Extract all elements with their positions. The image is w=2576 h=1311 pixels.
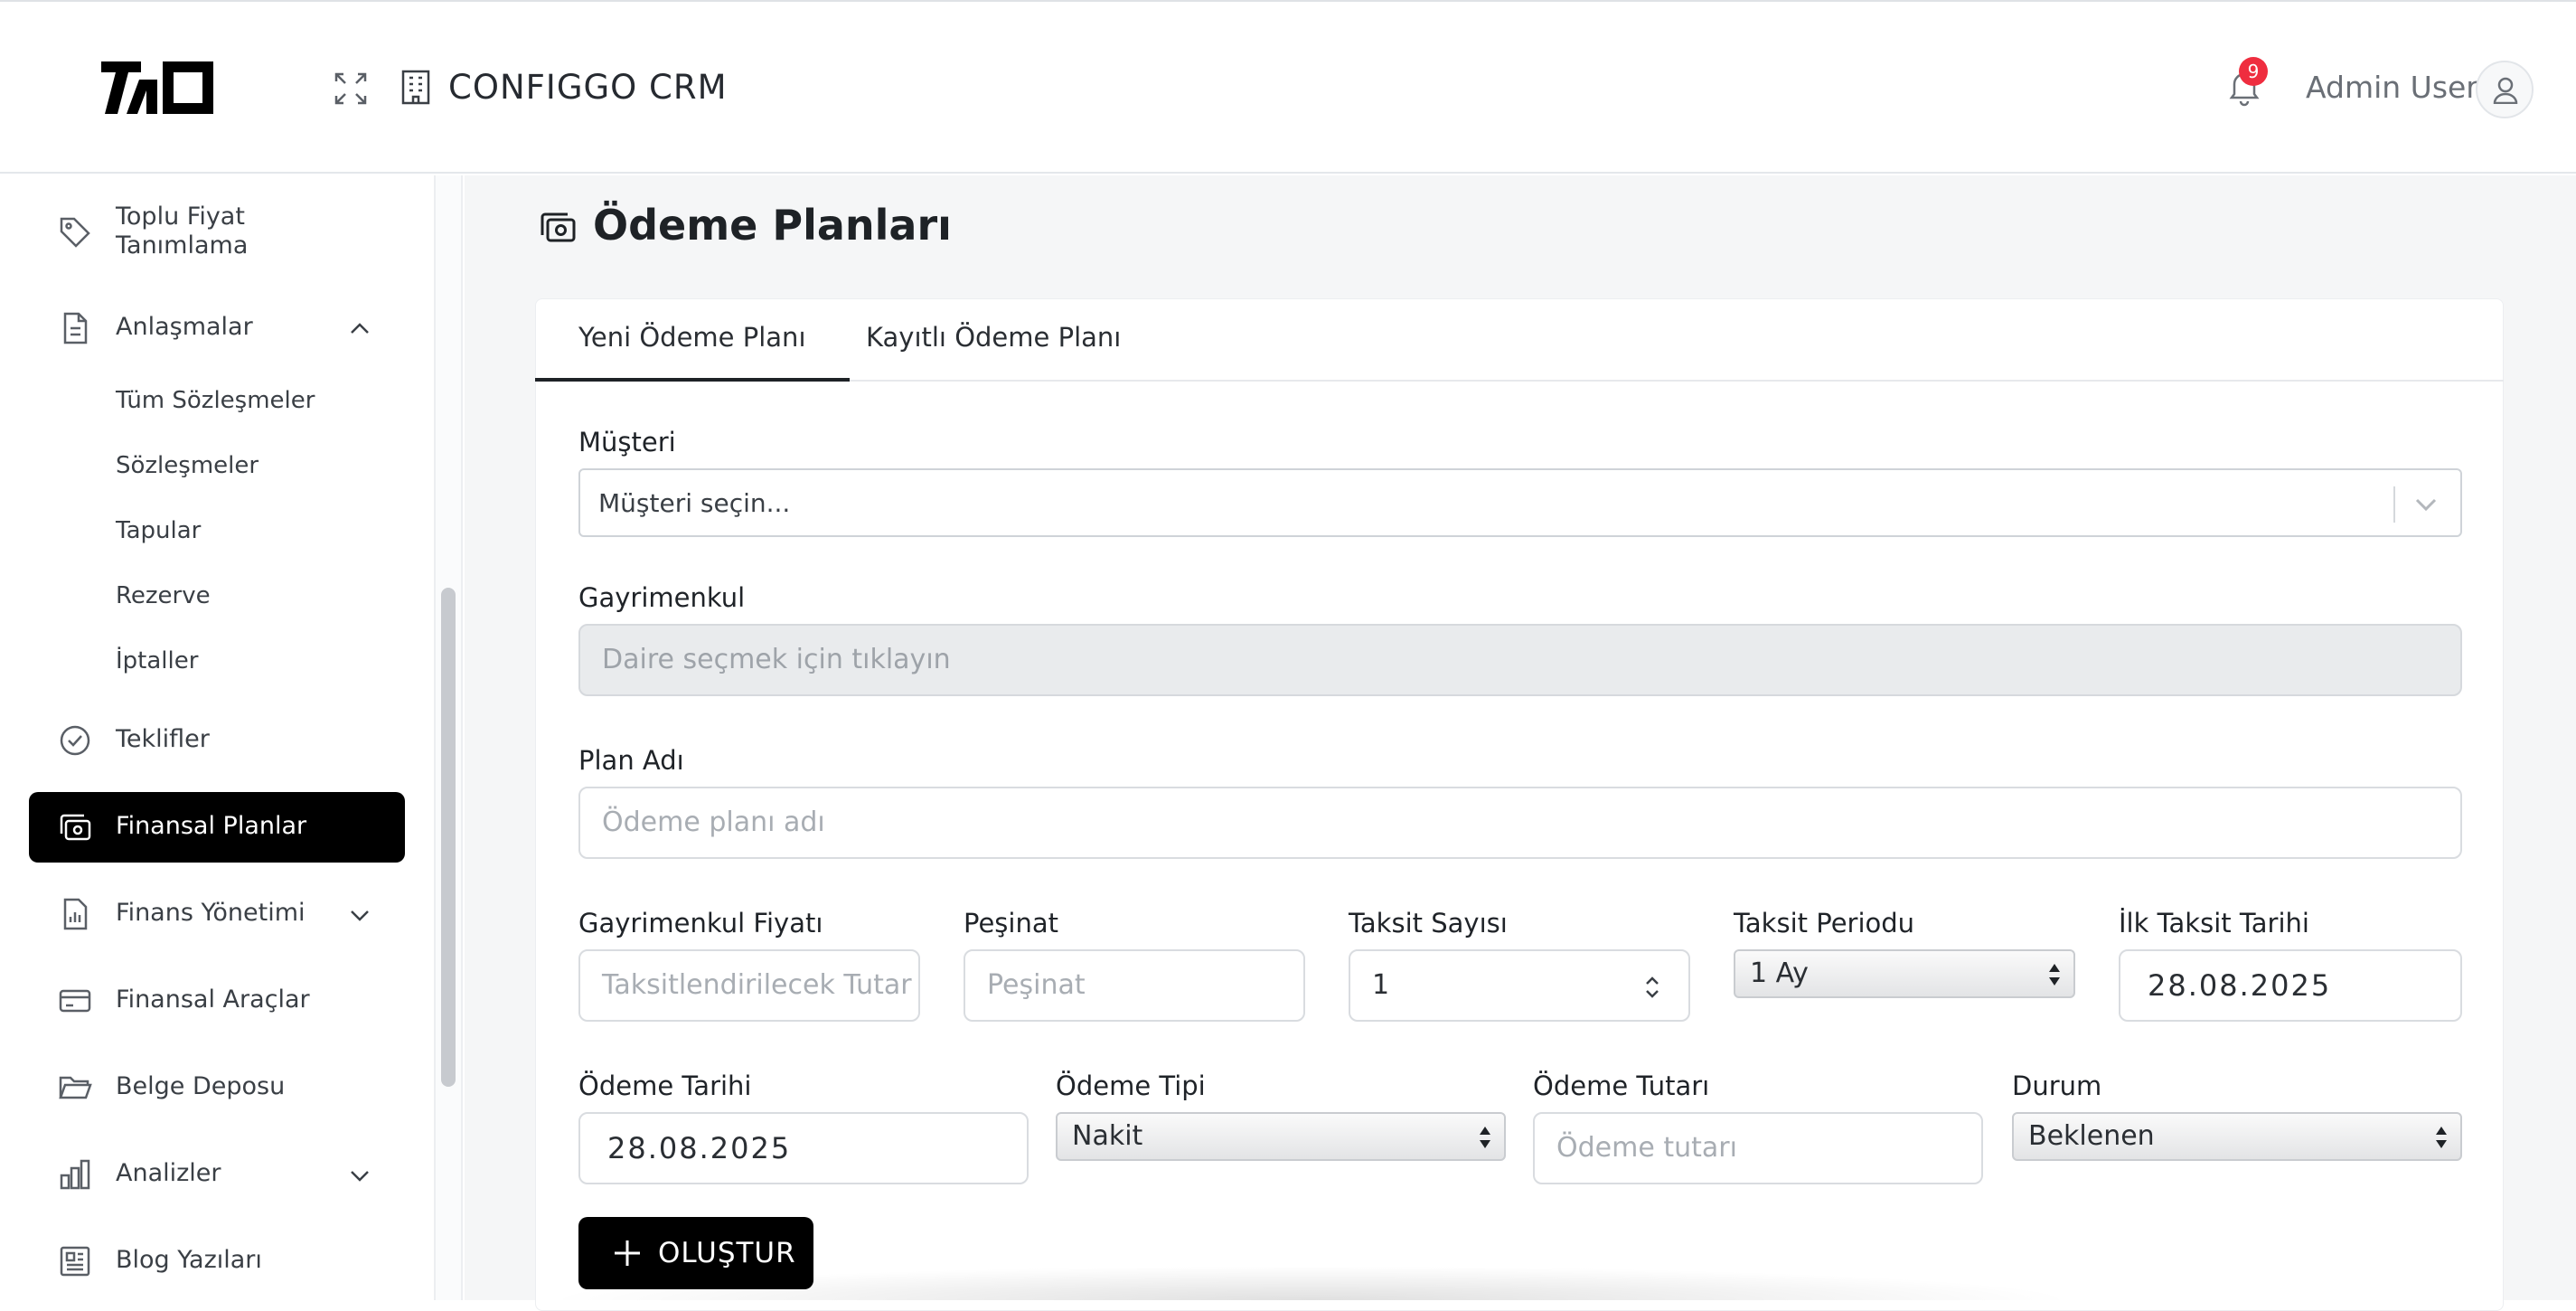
installment-period-select[interactable]: 1 Ay: [1734, 949, 2075, 998]
sidebar-subitem-reserve[interactable]: Rezerve: [116, 582, 211, 609]
chevron-down-icon[interactable]: [347, 902, 372, 928]
sidebar-item-finance-management[interactable]: Finans Yönetimi: [29, 879, 405, 949]
first-installment-date-label: İlk Taksit Tarihi: [2119, 908, 2309, 938]
customer-label: Müşteri: [578, 427, 676, 457]
report-icon: [63, 898, 88, 930]
payment-date-label: Ödeme Tarihi: [578, 1070, 752, 1101]
select-arrows-icon: [1480, 1127, 1490, 1148]
sidebar-item-agreements[interactable]: Anlaşmalar: [29, 293, 405, 363]
document-icon: [63, 312, 88, 344]
select-arrows-icon: [2049, 964, 2060, 986]
sidebar-item-label: Analizler: [116, 1159, 221, 1187]
sidebar-item-analytics[interactable]: Analizler: [29, 1139, 405, 1210]
folder-icon: [59, 1076, 92, 1099]
building-icon: [401, 70, 430, 105]
sidebar-item-label: Toplu Fiyat Tanımlama: [116, 203, 249, 259]
sidebar-subitem-contracts[interactable]: Sözleşmeler: [116, 452, 259, 479]
newspaper-icon: [60, 1246, 90, 1277]
top-header: CONFIGGO CRM 9 Admin User: [0, 0, 2576, 174]
bottom-shadow: [542, 1266, 2079, 1300]
plus-icon: [615, 1240, 640, 1266]
fullscreen-icon[interactable]: [333, 71, 369, 107]
tab-bar: Yeni Ödeme Planı Kayıtlı Ödeme Planı: [535, 298, 2504, 382]
installment-period-label: Taksit Periodu: [1734, 908, 1915, 938]
payment-type-label: Ödeme Tipi: [1056, 1070, 1206, 1101]
bar-chart-icon: [60, 1159, 90, 1190]
first-installment-date-input[interactable]: 28.08.2025: [2119, 949, 2462, 1022]
tab-new-payment-plan[interactable]: Yeni Ödeme Planı: [535, 318, 850, 382]
plan-name-label: Plan Adı: [578, 745, 684, 776]
chevron-down-icon[interactable]: [2411, 492, 2440, 517]
card-icon: [59, 989, 91, 1013]
sidebar-item-label: Blog Yazıları: [116, 1246, 262, 1274]
sidebar-item-label: Finansal Planlar: [116, 812, 307, 840]
sidebar-item-offers[interactable]: Teklifler: [29, 705, 405, 776]
user-name[interactable]: Admin User: [2306, 70, 2478, 105]
installment-period-value: 1 Ay: [1750, 957, 1809, 989]
payment-type-select[interactable]: Nakit: [1056, 1112, 1506, 1161]
money-icon: [541, 212, 576, 242]
company-logo[interactable]: [101, 61, 213, 114]
sidebar-item-document-store[interactable]: Belge Deposu: [29, 1052, 405, 1123]
installment-count-input[interactable]: 1: [1349, 949, 1690, 1022]
sidebar-item-label: Finans Yönetimi: [116, 899, 306, 927]
sidebar-subitem-deeds[interactable]: Tapular: [116, 517, 201, 544]
status-select[interactable]: Beklenen: [2012, 1112, 2462, 1161]
sidebar-item-label: Belge Deposu: [116, 1072, 286, 1100]
user-avatar[interactable]: [2476, 61, 2534, 118]
stepper-arrows-icon[interactable]: [1643, 973, 1661, 1002]
page-title: Ödeme Planları: [593, 201, 952, 250]
property-field[interactable]: Daire seçmek için tıklayın: [578, 624, 2462, 696]
payment-date-input[interactable]: 28.08.2025: [578, 1112, 1029, 1184]
sidebar-item-financial-plans[interactable]: Finansal Planlar: [29, 792, 405, 863]
status-label: Durum: [2012, 1070, 2102, 1101]
chevron-up-icon[interactable]: [347, 316, 372, 342]
sidebar-subitem-cancellations[interactable]: İptaller: [116, 647, 198, 674]
sidebar-item-label: Anlaşmalar: [116, 313, 253, 341]
select-arrows-icon: [2436, 1127, 2447, 1148]
installment-count-label: Taksit Sayısı: [1349, 908, 1508, 938]
sidebar-item-financial-tools[interactable]: Finansal Araçlar: [29, 966, 405, 1036]
money-icon: [60, 814, 91, 841]
property-price-input[interactable]: Taksitlendirilecek Tutar: [578, 949, 920, 1022]
payment-amount-label: Ödeme Tutarı: [1533, 1070, 1710, 1101]
user-icon: [2493, 77, 2518, 104]
select-divider: [2393, 486, 2395, 523]
down-payment-label: Peşinat: [964, 908, 1058, 938]
installment-count-value: 1: [1372, 969, 1390, 1001]
sidebar-item-blog-posts[interactable]: Blog Yazıları: [29, 1226, 405, 1297]
sidebar-item-label: Teklifler: [116, 725, 210, 753]
tag-icon: [60, 217, 90, 248]
customer-select[interactable]: Müşteri seçin...: [578, 468, 2462, 537]
app-title: CONFIGGO CRM: [448, 68, 728, 107]
tab-saved-payment-plan[interactable]: Kayıtlı Ödeme Planı: [823, 318, 1164, 382]
sidebar-item-label: Finansal Araçlar: [116, 986, 310, 1014]
property-price-label: Gayrimenkul Fiyatı: [578, 908, 823, 938]
status-value: Beklenen: [2028, 1120, 2155, 1152]
payment-type-value: Nakit: [1072, 1120, 1143, 1152]
sidebar-item-bulk-pricing[interactable]: Toplu Fiyat Tanımlama: [29, 195, 405, 277]
sidebar-scrollbar-thumb[interactable]: [441, 588, 456, 1087]
check-circle-icon: [60, 725, 90, 756]
sidebar-subitem-all-contracts[interactable]: Tüm Sözleşmeler: [116, 387, 315, 414]
chevron-down-icon[interactable]: [347, 1163, 372, 1188]
down-payment-input[interactable]: Peşinat: [964, 949, 1305, 1022]
property-label: Gayrimenkul: [578, 582, 746, 613]
plan-name-input[interactable]: Ödeme planı adı: [578, 787, 2462, 859]
payment-amount-input[interactable]: Ödeme tutarı: [1533, 1112, 1983, 1184]
customer-select-placeholder: Müşteri seçin...: [598, 488, 791, 518]
notification-badge: 9: [2239, 57, 2268, 86]
